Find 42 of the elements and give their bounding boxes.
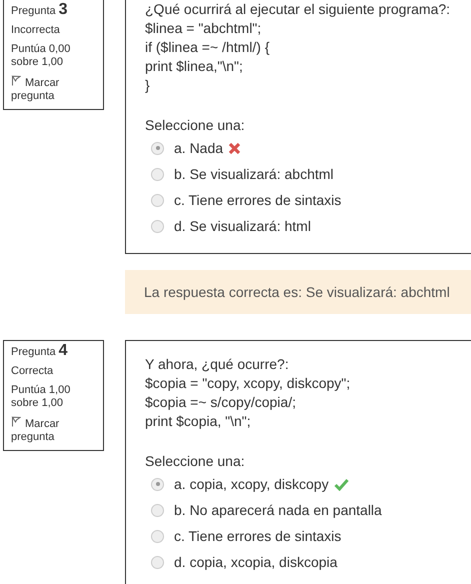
answer-option[interactable]: a. Nada xyxy=(174,140,224,156)
check-icon xyxy=(334,478,349,490)
question-grade: Puntúa 1,00 sobre 1,00 xyxy=(11,384,72,410)
flag-question-link[interactable]: Marcar pregunta xyxy=(11,416,81,444)
flag-icon xyxy=(11,416,21,427)
flag-question-link[interactable]: Marcar pregunta xyxy=(11,75,81,103)
question-text-line: if ($linea =~ /html/) { xyxy=(145,38,271,57)
question-text-line: $linea = "abchtml"; xyxy=(145,19,262,38)
radio-button[interactable] xyxy=(151,194,164,206)
cross-icon xyxy=(228,142,242,154)
radio-button[interactable] xyxy=(151,530,164,542)
answer-option[interactable]: a. copia, xcopy, diskcopy xyxy=(174,476,329,492)
question-label: Pregunta xyxy=(11,5,56,18)
question-state: Incorrecta xyxy=(11,24,61,37)
radio-button[interactable] xyxy=(151,504,164,516)
question-text-line: ¿Qué ocurrirá al ejecutar el siguiente programa?: xyxy=(145,0,452,19)
answer-option[interactable]: c. Tiene errores de sintaxis xyxy=(174,528,342,544)
question-text-line: Y ahora, ¿qué ocurre?: xyxy=(145,355,290,374)
answer-option[interactable]: c. Tiene errores de sintaxis xyxy=(174,192,342,208)
answer-prompt: Seleccione una: xyxy=(145,116,246,135)
question-text-line: $copia =~ s/copy/copia/; xyxy=(145,393,297,412)
answer-option[interactable]: b. Se visualizará: abchtml xyxy=(174,166,334,182)
answer-option[interactable]: b. No aparecerá nada en pantalla xyxy=(174,502,382,518)
radio-button[interactable] xyxy=(151,556,164,568)
radio-button[interactable] xyxy=(151,478,164,490)
question-text-line: print $linea,"\n"; xyxy=(145,57,244,76)
answer-option[interactable]: d. Se visualizará: html xyxy=(174,218,311,234)
question-text-line: } xyxy=(145,76,151,95)
radio-button[interactable] xyxy=(151,168,164,180)
answer-option[interactable]: d. copia, xcopia, diskcopia xyxy=(174,554,338,570)
correct-answer-text: La respuesta correcta es: Se visualizará: abchtml xyxy=(144,284,450,300)
radio-button[interactable] xyxy=(151,220,164,232)
radio-button[interactable] xyxy=(151,142,164,154)
answer-prompt: Seleccione una: xyxy=(145,452,246,471)
question-text-line: print $copia, "\n"; xyxy=(145,412,252,431)
question-number: 4 xyxy=(58,344,68,357)
question-state: Correcta xyxy=(11,365,54,378)
question-number: 3 xyxy=(58,3,68,16)
flag-icon xyxy=(11,75,21,86)
question-grade: Puntúa 0,00 sobre 1,00 xyxy=(11,43,72,69)
question-label: Pregunta xyxy=(11,346,56,359)
question-text-line: $copia = "copy, xcopy, diskcopy"; xyxy=(145,374,352,393)
